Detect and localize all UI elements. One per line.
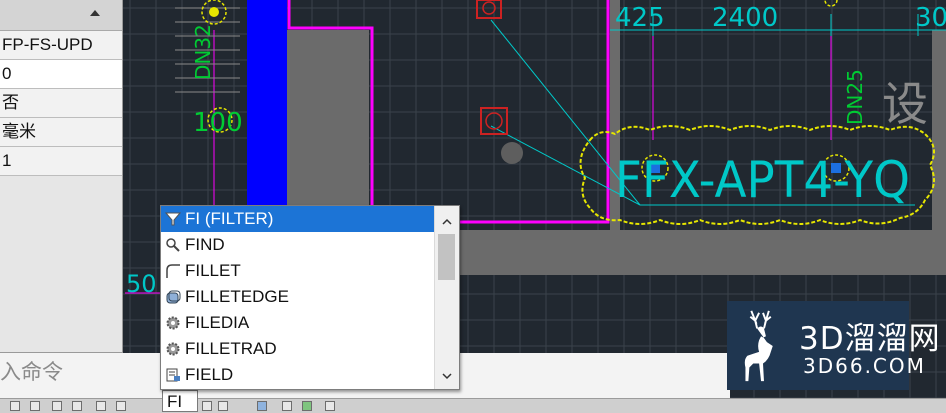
filletedge-icon	[166, 290, 181, 304]
autocomplete-item-fillet[interactable]: FILLET	[161, 258, 434, 284]
autocomplete-label: FILLETEDGE	[185, 287, 289, 306]
autocomplete-scrollbar[interactable]	[434, 206, 459, 389]
watermark-main-text: 3D溜溜网	[799, 321, 941, 357]
autocomplete-item-find[interactable]: FIND	[161, 232, 434, 258]
workspace-icon[interactable]	[302, 401, 312, 411]
autocomplete-item-filedia[interactable]: FILEDIA	[161, 310, 434, 336]
fillet-icon	[166, 264, 180, 278]
gear-icon	[166, 342, 180, 356]
gray-right-column	[932, 30, 946, 230]
grid-icon[interactable]	[10, 401, 20, 411]
command-autocomplete-list: FI (FILTER) FIND FILLET FILLETEDGE FILED…	[160, 205, 460, 390]
autocomplete-label: FILLET	[185, 261, 241, 280]
gray-wall-left	[287, 30, 369, 220]
polar-icon[interactable]	[72, 401, 82, 411]
ffx-apt4-yq-label: FFX-APT4-YQ	[615, 151, 910, 209]
transparency-icon[interactable]	[218, 401, 228, 411]
status-bar	[0, 398, 946, 413]
selection-cycling-icon[interactable]	[257, 401, 267, 411]
deer-icon	[744, 310, 773, 382]
dim-label-50: 50	[126, 270, 157, 298]
scroll-up-icon[interactable]	[441, 216, 453, 228]
otrack-icon[interactable]	[116, 401, 126, 411]
property-row-layer[interactable]: FP-FS-UPD	[0, 31, 122, 60]
autocomplete-item-field[interactable]: FIELD	[161, 362, 434, 388]
command-input[interactable]: FI	[162, 390, 198, 412]
dim-label-100: 100	[193, 108, 243, 138]
autocomplete-label: FI (FILTER)	[185, 209, 274, 228]
gray-dot	[501, 142, 523, 164]
chinese-partial-label: 设	[882, 77, 928, 131]
3d66-watermark-logo: 3D溜溜网 3D66.COM	[727, 301, 940, 390]
autocomplete-label: FILEDIA	[185, 313, 250, 332]
collapse-arrow-icon[interactable]	[90, 10, 100, 16]
lock-icon[interactable]	[325, 401, 335, 411]
dn25-label: DN25	[843, 69, 867, 125]
properties-panel: FP-FS-UPD 0 否 毫米 1	[0, 0, 123, 353]
find-icon	[166, 238, 180, 252]
field-icon	[166, 368, 180, 382]
dim-label-2400: 2400	[712, 3, 778, 33]
property-row-units[interactable]: 毫米	[0, 118, 122, 147]
lineweight-icon[interactable]	[202, 401, 212, 411]
gear-icon	[166, 316, 180, 330]
property-row-scale[interactable]: 1	[0, 147, 122, 176]
filter-icon	[165, 212, 181, 226]
dim-label-30: 30	[915, 3, 946, 33]
osnap-icon[interactable]	[96, 401, 106, 411]
scroll-down-icon[interactable]	[441, 370, 453, 382]
autocomplete-item-filletrad[interactable]: FILLETRAD	[161, 336, 434, 362]
property-row-value[interactable]: 0	[0, 60, 122, 89]
properties-panel-header	[0, 0, 122, 31]
command-prompt: 入命令	[0, 360, 63, 384]
property-row-yes-no[interactable]: 否	[0, 89, 122, 118]
blue-wall	[247, 0, 287, 208]
autocomplete-label: FIELD	[185, 365, 234, 384]
watermark-sub-text: 3D66.COM	[803, 354, 926, 378]
snap-icon[interactable]	[30, 401, 40, 411]
autocomplete-item-filter[interactable]: FI (FILTER)	[161, 206, 434, 232]
annotation-icon[interactable]	[282, 401, 292, 411]
autocomplete-label: FILLETRAD	[185, 339, 277, 358]
ortho-icon[interactable]	[52, 401, 62, 411]
autocomplete-item-filletedge[interactable]: FILLETEDGE	[161, 284, 434, 310]
autocomplete-label: FIND	[185, 235, 225, 254]
dn32-label: DN32	[191, 24, 215, 80]
scrollbar-thumb[interactable]	[438, 234, 455, 280]
dim-label-425: 425	[615, 3, 665, 33]
